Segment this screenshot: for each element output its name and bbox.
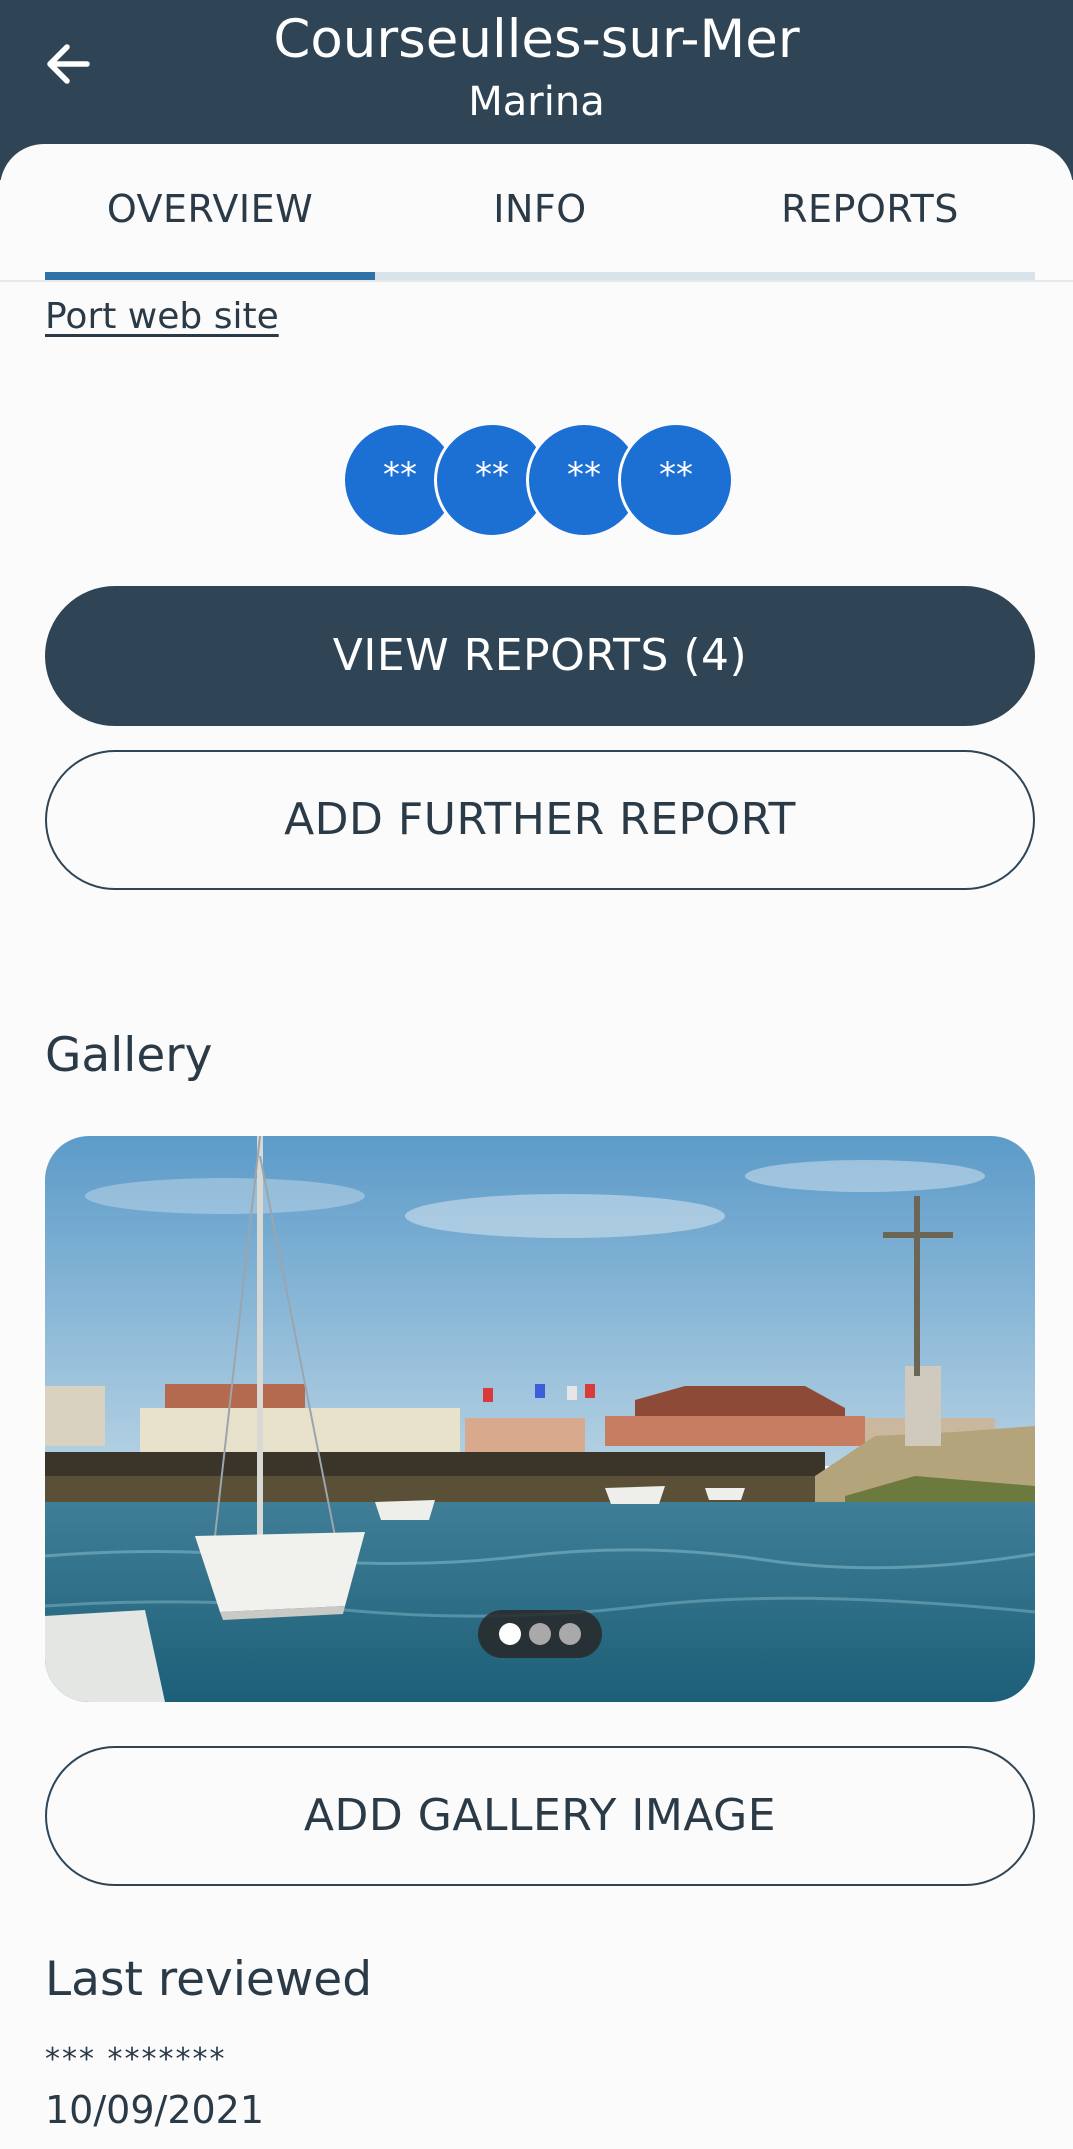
- reviewer-name: *** *******: [45, 2042, 227, 2077]
- view-reports-button[interactable]: VIEW REPORTS (4): [45, 586, 1035, 726]
- rating-bubbles: ** ** ** **: [342, 422, 742, 538]
- tab-reports[interactable]: REPORTS: [705, 144, 1035, 280]
- rating-bubble: **: [618, 422, 734, 538]
- page-subtitle: Marina: [468, 79, 605, 125]
- tab-info[interactable]: INFO: [375, 144, 705, 280]
- tab-bar: OVERVIEW INFO REPORTS: [45, 144, 1035, 280]
- pager-dot[interactable]: [529, 1623, 551, 1645]
- add-gallery-image-button[interactable]: ADD GALLERY IMAGE: [45, 1746, 1035, 1886]
- tab-overview[interactable]: OVERVIEW: [45, 144, 375, 280]
- page-title: Courseulles-sur-Mer: [273, 9, 800, 70]
- review-date: 10/09/2021: [45, 2088, 265, 2132]
- gallery-image[interactable]: [45, 1136, 1035, 1702]
- gallery-title: Gallery: [45, 1028, 213, 1083]
- pager-dot[interactable]: [499, 1623, 521, 1645]
- add-further-report-button[interactable]: ADD FURTHER REPORT: [45, 750, 1035, 890]
- content-panel: OVERVIEW INFO REPORTS Port web site ** *…: [0, 144, 1073, 2149]
- gallery-pager[interactable]: [478, 1610, 602, 1658]
- divider: [0, 280, 1073, 282]
- port-website-link[interactable]: Port web site: [45, 296, 279, 337]
- tab-active-indicator: [45, 272, 375, 280]
- last-reviewed-title: Last reviewed: [45, 1952, 373, 2007]
- pager-dot[interactable]: [559, 1623, 581, 1645]
